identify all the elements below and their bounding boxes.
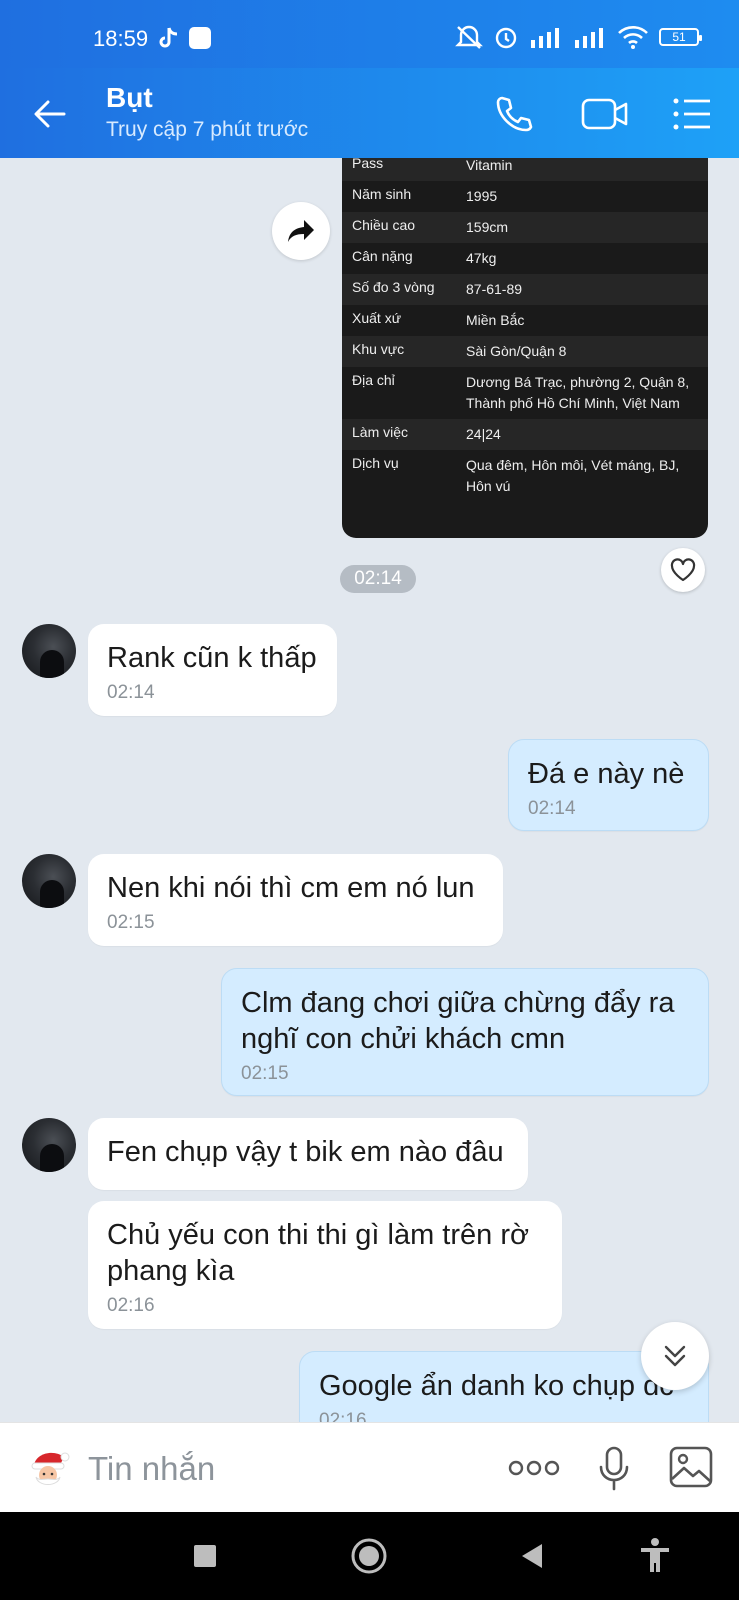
card-table: Pass Vitamin Năm sinh 1995 Chiều cao 159cm Cân…: [342, 158, 708, 502]
home-circle-icon[interactable]: [349, 1536, 389, 1576]
status-bar: 18:59 51: [0, 0, 739, 68]
message-text: Google ẩn danh ko chụp dc: [319, 1370, 674, 1402]
chat-header: Bụt Truy cập 7 phút trước: [0, 68, 739, 158]
alarm-icon: [495, 27, 517, 49]
message-text: Nen khi nói thì cm em nó lun: [107, 872, 475, 904]
message-time: 02:16: [107, 1295, 155, 1316]
chevron-double-down-icon: [664, 1345, 686, 1367]
card-row-label: Năm sinh: [352, 186, 412, 202]
image-icon[interactable]: [668, 1445, 714, 1489]
card-row-value: Qua đêm, Hôn môi, Vét máng, BJ, Hôn vú: [466, 457, 680, 494]
message-time: 02:16: [319, 1410, 367, 1422]
message-bubble-incoming[interactable]: Fen chụp vậy t bik em nào đâu: [88, 1118, 528, 1190]
card-row-value: 87-61-89: [466, 281, 523, 297]
card-row-value: Sài Gòn/Quận 8: [466, 343, 567, 359]
card-row-label: Cân nặng: [352, 248, 413, 264]
message-input-bar: [0, 1422, 739, 1513]
message-text: Rank cũn k thấp: [107, 642, 317, 674]
heart-icon: [670, 558, 696, 582]
avatar[interactable]: [22, 1118, 76, 1172]
card-row: Dịch vụ Qua đêm, Hôn môi, Vét máng, BJ, H…: [342, 450, 708, 502]
tiktok-icon: [159, 27, 178, 48]
profile-image-card[interactable]: Pass Vitamin Năm sinh 1995 Chiều cao 159cm Cân…: [342, 158, 708, 538]
card-row-value: Miền Bắc: [466, 312, 525, 328]
card-row-label: Xuất xứ: [352, 310, 402, 326]
like-button[interactable]: [661, 548, 705, 592]
share-forward-icon: [288, 220, 314, 242]
system-nav-bar: [0, 1512, 739, 1600]
card-row-label: Pass: [352, 158, 384, 171]
message-time: 02:15: [241, 1063, 289, 1084]
card-row-label: Địa chỉ: [352, 372, 395, 388]
card-row: Làm việc 24|24: [342, 419, 708, 450]
card-row: Năm sinh 1995: [342, 181, 708, 212]
card-row-value: 159cm: [466, 219, 509, 235]
message-time: 02:14: [528, 798, 576, 819]
wifi-icon: [618, 26, 648, 49]
avatar[interactable]: [22, 854, 76, 908]
more-dots-icon[interactable]: [508, 1459, 560, 1477]
message-time: 02:15: [107, 912, 155, 933]
mute-icon: [455, 25, 483, 49]
card-row-label: Làm việc: [352, 424, 409, 440]
card-row: Cân nặng 47kg: [342, 243, 708, 274]
arrow-left-icon[interactable]: [30, 94, 70, 134]
status-right-icons: 51: [455, 24, 702, 50]
video-camera-icon[interactable]: [580, 92, 630, 136]
message-text: Chủ yếu con thi thi gì làm trên rờ phang…: [107, 1219, 529, 1287]
avatar[interactable]: [22, 624, 76, 678]
card-row-label: Chiều cao: [352, 217, 416, 233]
card-row: Số đo 3 vòng 87-61-89: [342, 274, 708, 305]
card-row: Chiều cao 159cm: [342, 212, 708, 243]
signal-icon: [531, 28, 559, 48]
accessibility-icon[interactable]: [635, 1536, 675, 1576]
recents-square-icon[interactable]: [185, 1536, 225, 1576]
card-row-value: 1995: [466, 188, 498, 204]
microphone-icon[interactable]: [596, 1445, 632, 1493]
card-row-value: Dương Bá Trạc, phường 2, Quận 8, Thành p…: [466, 374, 690, 411]
card-row-value: 47kg: [466, 250, 497, 266]
card-row: Pass Vitamin: [342, 158, 708, 181]
status-time: 18:59: [93, 26, 149, 51]
message-bubble-outgoing[interactable]: Đá e này nè 02:14: [508, 739, 709, 831]
message-text: Clm đang chơi giữa chừng đẩy ra nghĩ con…: [241, 987, 675, 1055]
contact-name[interactable]: Bụt: [106, 82, 153, 114]
card-row-label: Số đo 3 vòng: [352, 279, 435, 295]
card-row: Địa chỉ Dương Bá Trạc, phường 2, Quận 8, …: [342, 367, 708, 419]
chat-area[interactable]: Pass Vitamin Năm sinh 1995 Chiều cao 159cm Cân…: [0, 158, 739, 1422]
card-timestamp: 02:14: [340, 565, 416, 593]
phone-icon[interactable]: [492, 92, 536, 136]
message-time: 02:14: [107, 682, 155, 703]
battery-level: 51: [672, 30, 686, 44]
message-bubble-incoming[interactable]: Rank cũn k thấp 02:14: [88, 624, 337, 716]
message-bubble-outgoing[interactable]: Clm đang chơi giữa chừng đẩy ra nghĩ con…: [221, 968, 709, 1096]
message-input[interactable]: [86, 1445, 480, 1493]
card-row-label: Dịch vụ: [352, 455, 399, 471]
share-button[interactable]: [272, 202, 330, 260]
status-left-icons: [157, 26, 211, 50]
battery-icon: 51: [659, 28, 702, 46]
message-bubble-incoming[interactable]: Nen khi nói thì cm em nó lun 02:15: [88, 854, 503, 946]
card-row: Khu vực Sài Gòn/Quận 8: [342, 336, 708, 367]
app-notification-icon: [189, 27, 211, 49]
card-row-value: 24|24: [466, 426, 501, 442]
card-row-label: Khu vực: [352, 341, 405, 357]
scroll-to-bottom-button[interactable]: [641, 1322, 709, 1390]
message-text: Đá e này nè: [528, 758, 685, 790]
contact-last-seen: Truy cập 7 phút trước: [106, 118, 309, 141]
card-row: Xuất xứ Miền Bắc: [342, 305, 708, 336]
signal-2-icon: [575, 28, 603, 48]
list-menu-icon[interactable]: [670, 92, 714, 136]
message-bubble-incoming[interactable]: Chủ yếu con thi thi gì làm trên rờ phang…: [88, 1201, 562, 1329]
back-triangle-icon[interactable]: [512, 1536, 552, 1576]
santa-emoji-icon[interactable]: [24, 1445, 72, 1493]
card-row-value: Vitamin: [466, 158, 513, 173]
message-text: Fen chụp vậy t bik em nào đâu: [107, 1136, 504, 1168]
